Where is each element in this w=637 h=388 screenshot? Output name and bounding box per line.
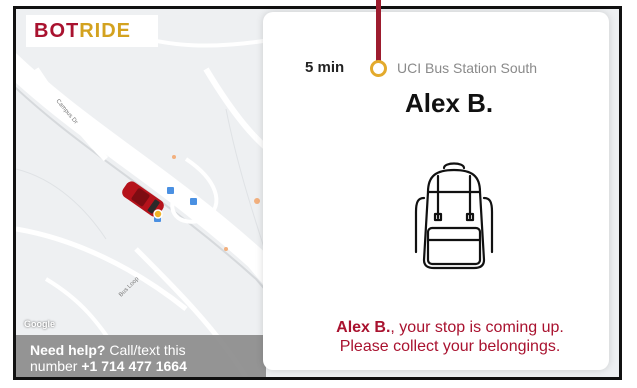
help-phone-link[interactable]: +1 714 477 1664 <box>81 358 187 374</box>
arrival-message: Alex B., your stop is coming up. Please … <box>300 318 600 356</box>
help-heading: Need help? <box>30 342 106 358</box>
stop-marker-icon <box>370 60 387 77</box>
eta-value: 5 min <box>305 59 345 76</box>
message-line-2: Please collect your belongings. <box>339 338 561 355</box>
help-panel: Need help? Call/text this number +1 714 … <box>16 335 266 377</box>
passenger-name: Alex B. <box>405 88 494 118</box>
google-attribution: Google <box>24 319 55 329</box>
message-line-1: , your stop is coming up. <box>390 319 564 336</box>
logo-part-ride: Ride <box>79 19 132 42</box>
route-line <box>376 0 381 62</box>
message-passenger-name: Alex B. <box>336 319 391 336</box>
logo-part-bot: Bot <box>34 19 80 42</box>
help-text-2: number <box>30 358 78 374</box>
help-text-1: Call/text this <box>109 342 186 358</box>
botride-logo: Bot Ride <box>26 15 158 47</box>
backpack-icon <box>414 162 494 270</box>
stop-name: UCI Bus Station South <box>397 60 538 76</box>
